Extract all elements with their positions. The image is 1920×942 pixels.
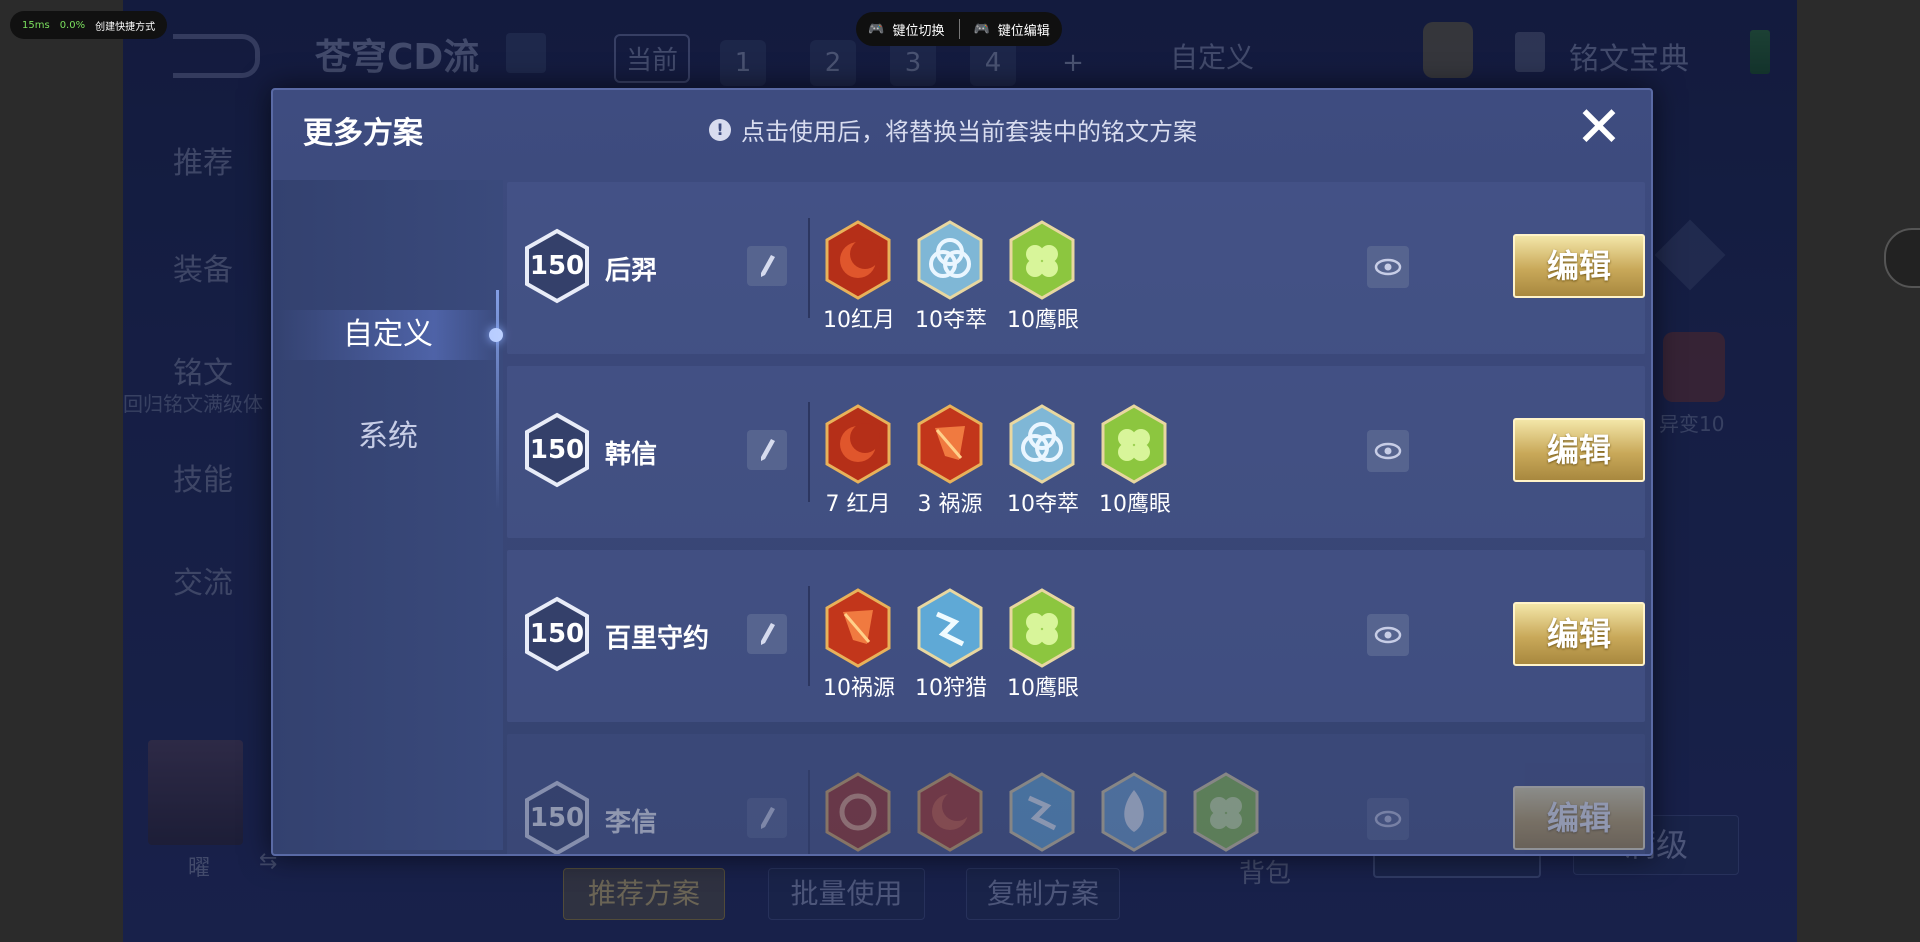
key-toolbar: 🎮 键位切换 🎮 键位编辑 <box>856 12 1062 46</box>
row-divider <box>808 218 810 318</box>
red-ring-icon <box>825 772 891 852</box>
gem-list <box>823 772 1261 854</box>
inscription-gem[interactable]: 10鹰眼 <box>1007 588 1079 702</box>
dialog-sidebar: 自定义 系统 <box>273 180 503 850</box>
inscription-gem[interactable]: 10狩猎 <box>915 588 987 702</box>
gem-count-label: 10夺萃 <box>1007 492 1079 517</box>
edit-button[interactable]: 编辑 <box>1513 418 1645 482</box>
inscription-gem[interactable] <box>1007 772 1077 854</box>
blue-knot-icon <box>1009 404 1075 484</box>
key-switch-button[interactable]: 键位切换 <box>892 20 944 39</box>
plan-list: 150 后羿 10红月 10夺萃 10鹰眼 编辑 150 韩信 7 红月 3 祸源 10夺萃 10鹰眼… <box>507 182 1645 854</box>
blue-bolt-icon <box>1009 772 1075 852</box>
inscription-gem[interactable]: 10红月 <box>823 220 895 334</box>
close-icon[interactable]: ✕ <box>1571 100 1627 156</box>
level-badge: 150 <box>523 412 591 488</box>
loss-value: 0.0% <box>59 19 86 31</box>
gem-list: 10红月 10夺萃 10鹰眼 <box>823 220 1079 334</box>
gamepad-icon: 🎮 <box>973 21 990 37</box>
tab-custom-plans[interactable]: 自定义 <box>273 310 503 360</box>
row-divider <box>808 770 810 854</box>
red-moon-icon <box>917 772 983 852</box>
gem-list: 7 红月 3 祸源 10夺萃 10鹰眼 <box>823 404 1171 518</box>
level-value: 150 <box>529 803 585 833</box>
inscription-gem[interactable]: 10夺萃 <box>1007 404 1079 518</box>
green-clover-icon <box>1193 772 1259 852</box>
gem-count-label: 3 祸源 <box>917 492 983 517</box>
preview-eye-icon[interactable] <box>1367 614 1409 656</box>
gem-list: 10祸源 10狩猎 10鹰眼 <box>823 588 1079 702</box>
level-value: 150 <box>529 251 585 281</box>
blue-bolt-icon <box>917 588 983 668</box>
level-value: 150 <box>529 435 585 465</box>
hero-name: 后羿 <box>605 256 658 286</box>
row-divider <box>808 586 810 686</box>
edit-button[interactable]: 编辑 <box>1513 234 1645 298</box>
gem-count-label: 10祸源 <box>823 676 895 701</box>
level-value: 150 <box>529 619 585 649</box>
gem-count-label: 7 红月 <box>825 492 891 517</box>
inscription-gem[interactable]: 7 红月 <box>823 404 893 518</box>
rename-pen-icon[interactable] <box>747 798 787 838</box>
plan-row: 150 李信 编辑 <box>507 734 1645 854</box>
tab-system-plans[interactable]: 系统 <box>273 412 503 462</box>
inscription-gem[interactable] <box>1099 772 1169 854</box>
gamepad-icon: 🎮 <box>868 21 885 37</box>
blue-knot-icon <box>917 220 983 300</box>
red-shard-icon <box>825 588 891 668</box>
notice: ! 点击使用后，将替换当前套装中的铭文方案 <box>709 112 1197 147</box>
inscription-gem[interactable]: 10鹰眼 <box>1099 404 1171 518</box>
hero-name: 韩信 <box>605 440 658 470</box>
gem-count-label: 10鹰眼 <box>1007 676 1079 701</box>
inscription-gem[interactable]: 10夺萃 <box>915 220 987 334</box>
gem-count-label: 10鹰眼 <box>1099 492 1171 517</box>
plan-row: 150 百里守约 10祸源 10狩猎 10鹰眼 编辑 <box>507 550 1645 722</box>
inscription-gem[interactable] <box>915 772 985 854</box>
hero-name: 百里守约 <box>605 624 710 654</box>
edit-button[interactable]: 编辑 <box>1513 602 1645 666</box>
inscription-gem[interactable]: 3 祸源 <box>915 404 985 518</box>
rename-pen-icon[interactable] <box>747 430 787 470</box>
rename-pen-icon[interactable] <box>747 614 787 654</box>
red-shard-icon <box>917 404 983 484</box>
preview-eye-icon[interactable] <box>1367 798 1409 840</box>
perf-overlay: 15ms 0.0% 创建快捷方式 <box>10 11 168 39</box>
preview-eye-icon[interactable] <box>1367 246 1409 288</box>
level-badge: 150 <box>523 780 591 854</box>
rename-pen-icon[interactable] <box>747 246 787 286</box>
gem-count-label: 10狩猎 <box>915 676 987 701</box>
hero-name: 李信 <box>605 808 658 838</box>
gem-count-label: 10夺萃 <box>915 308 987 333</box>
notice-text: 点击使用后，将替换当前套装中的铭文方案 <box>741 118 1197 146</box>
gem-count-label: 10鹰眼 <box>1007 308 1079 333</box>
plan-row: 150 韩信 7 红月 3 祸源 10夺萃 10鹰眼 编辑 <box>507 366 1645 538</box>
blue-flame-icon <box>1101 772 1167 852</box>
dialog-title: 更多方案 <box>303 116 423 151</box>
key-edit-button[interactable]: 键位编辑 <box>998 20 1050 39</box>
edit-button[interactable]: 编辑 <box>1513 786 1645 850</box>
gem-count-label: 10红月 <box>823 308 895 333</box>
green-clover-icon <box>1009 220 1075 300</box>
plan-row: 150 后羿 10红月 10夺萃 10鹰眼 编辑 <box>507 182 1645 354</box>
row-divider <box>808 402 810 502</box>
level-badge: 150 <box>523 596 591 672</box>
red-moon-icon <box>825 220 891 300</box>
inscription-gem[interactable] <box>823 772 893 854</box>
red-moon-icon <box>825 404 891 484</box>
shortcut-label[interactable]: 创建快捷方式 <box>95 18 155 33</box>
side-float-icon[interactable] <box>1884 228 1920 288</box>
preview-eye-icon[interactable] <box>1367 430 1409 472</box>
green-clover-icon <box>1101 404 1167 484</box>
level-badge: 150 <box>523 228 591 304</box>
inscription-gem[interactable]: 10祸源 <box>823 588 895 702</box>
inscription-gem[interactable]: 10鹰眼 <box>1007 220 1079 334</box>
inscription-gem[interactable] <box>1191 772 1261 854</box>
ping-value: 15ms <box>22 19 50 31</box>
more-plans-dialog: 更多方案 ! 点击使用后，将替换当前套装中的铭文方案 ✕ 自定义 系统 150 后… <box>271 88 1653 856</box>
info-icon: ! <box>709 118 731 141</box>
green-clover-icon <box>1009 588 1075 668</box>
